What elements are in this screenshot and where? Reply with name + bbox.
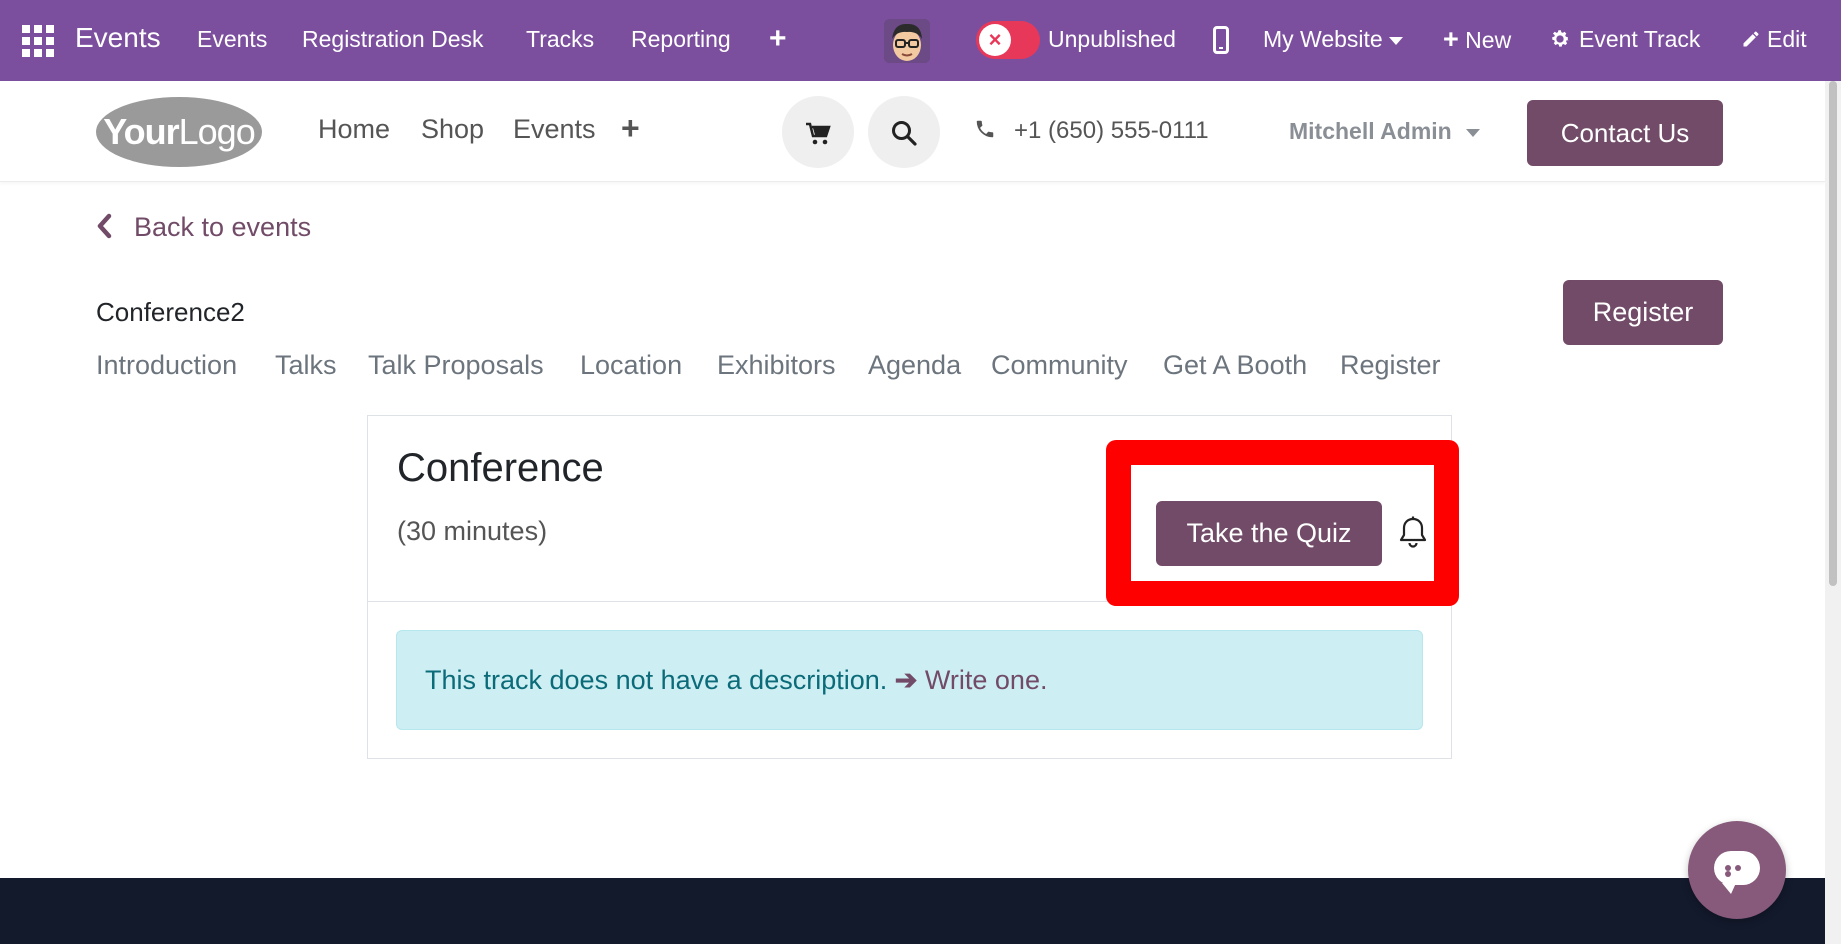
logo-light-text: Logo: [178, 111, 256, 152]
mobile-icon[interactable]: [1213, 26, 1229, 54]
plus-icon[interactable]: +: [769, 22, 787, 56]
odoo-top-bar: Events Events Registration Desk Tracks R…: [0, 0, 1841, 81]
no-description-alert: This track does not have a description. …: [396, 630, 1423, 730]
contact-us-button[interactable]: Contact Us: [1527, 100, 1723, 166]
pencil-icon: [1743, 31, 1759, 47]
caret-down-icon: [1465, 128, 1480, 137]
publish-toggle[interactable]: ×: [976, 21, 1040, 59]
menu-events[interactable]: Events: [197, 26, 267, 53]
back-label: Back to events: [134, 212, 312, 242]
event-track-label: Event Track: [1579, 26, 1701, 52]
tab-get-a-booth[interactable]: Get A Booth: [1163, 350, 1307, 381]
phone-link[interactable]: +1 (650) 555-0111: [974, 117, 1209, 145]
chevron-left-icon: [97, 213, 112, 239]
tab-talk-proposals[interactable]: Talk Proposals: [368, 350, 544, 381]
event-track-button[interactable]: Event Track: [1549, 26, 1700, 53]
caret-down-icon: [1388, 36, 1403, 45]
highlight-box: [1106, 440, 1459, 606]
edit-button[interactable]: Edit: [1741, 26, 1807, 53]
menu-tracks[interactable]: Tracks: [526, 26, 594, 53]
register-button[interactable]: Register: [1563, 280, 1723, 345]
search-button[interactable]: [868, 96, 940, 168]
nav-events[interactable]: Events: [513, 114, 596, 145]
tab-community[interactable]: Community: [991, 350, 1128, 381]
back-to-events-link[interactable]: Back to events: [96, 212, 311, 243]
site-logo[interactable]: YourLogo: [96, 97, 262, 167]
menu-reporting[interactable]: Reporting: [631, 26, 731, 53]
cart-button[interactable]: [782, 96, 854, 168]
track-duration: (30 minutes): [397, 516, 548, 546]
plus-icon: +: [1443, 24, 1459, 54]
website-header: YourLogo Home Shop Events + +1 (650) 555…: [0, 81, 1825, 182]
user-name: Mitchell Admin: [1289, 118, 1452, 144]
avatar[interactable]: [884, 19, 930, 63]
app-name[interactable]: Events: [75, 22, 161, 54]
nav-shop[interactable]: Shop: [421, 114, 484, 145]
scrollbar[interactable]: [1825, 81, 1841, 944]
nav-home[interactable]: Home: [318, 114, 390, 145]
website-switcher[interactable]: My Website: [1263, 26, 1403, 53]
alert-text: This track does not have a description.: [425, 665, 888, 695]
tab-talks[interactable]: Talks: [275, 350, 337, 381]
footer: [0, 878, 1825, 944]
tab-agenda[interactable]: Agenda: [868, 350, 961, 381]
chat-dots: [1725, 865, 1751, 877]
tab-register[interactable]: Register: [1340, 350, 1441, 381]
plus-icon[interactable]: +: [621, 110, 640, 147]
search-icon: [892, 121, 917, 146]
event-name: Conference2: [96, 297, 245, 327]
avatar-illustration: [884, 19, 930, 63]
user-menu[interactable]: Mitchell Admin: [1289, 118, 1480, 145]
chat-button[interactable]: [1688, 821, 1786, 919]
close-icon: ×: [979, 24, 1011, 56]
website-switcher-label: My Website: [1263, 26, 1383, 52]
publish-status[interactable]: Unpublished: [1048, 26, 1176, 53]
scrollbar-thumb[interactable]: [1829, 81, 1837, 586]
phone-number: +1 (650) 555-0111: [1014, 117, 1209, 144]
edit-label: Edit: [1767, 26, 1807, 52]
tab-introduction[interactable]: Introduction: [96, 350, 237, 381]
new-button[interactable]: + New: [1443, 24, 1511, 55]
track-title: Conference: [397, 446, 604, 490]
logo-bold-text: Your: [103, 111, 179, 152]
tab-location[interactable]: Location: [580, 350, 682, 381]
gear-icon: [1552, 30, 1569, 47]
tab-exhibitors[interactable]: Exhibitors: [717, 350, 836, 381]
menu-registration-desk[interactable]: Registration Desk: [302, 26, 484, 53]
arrow-right-icon: ➔: [894, 665, 918, 695]
new-label: New: [1465, 27, 1512, 53]
write-description-link[interactable]: Write one.: [925, 665, 1048, 695]
apps-grid-icon[interactable]: [22, 25, 54, 57]
phone-icon: [974, 117, 996, 145]
cart-icon: [806, 122, 831, 145]
